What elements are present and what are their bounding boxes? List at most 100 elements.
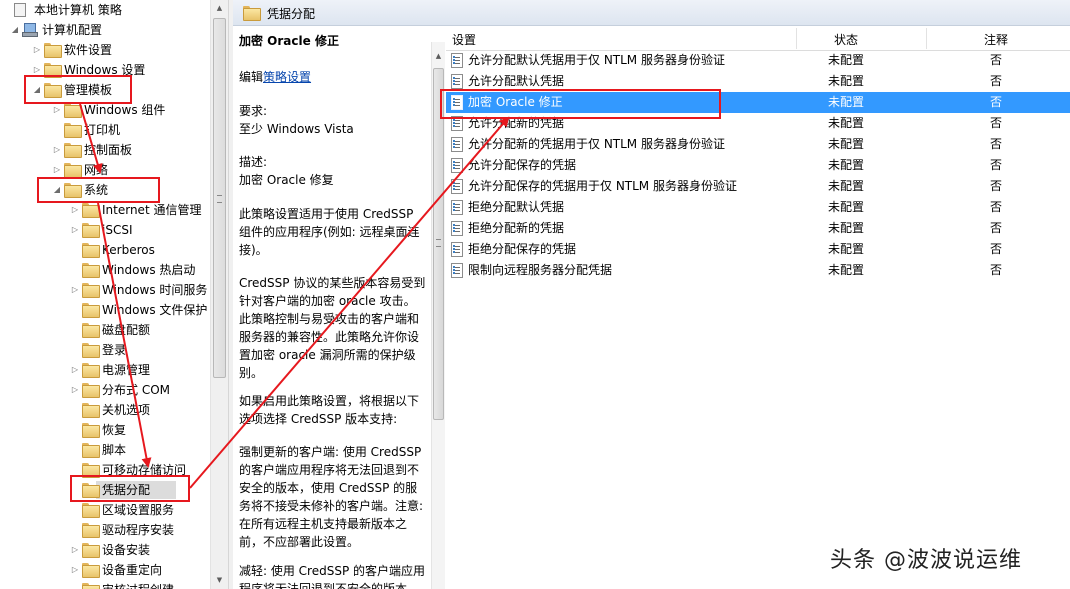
list-row[interactable]: 允许分配保存的凭据用于仅 NTLM 服务器身份验证 未配置 否 — [446, 176, 1070, 197]
list-row[interactable]: 允许分配保存的凭据 未配置 否 — [446, 155, 1070, 176]
tree-item[interactable]: ▷ 设备重定向 — [0, 560, 210, 580]
folder-icon — [82, 323, 100, 338]
tree-scroll-thumb[interactable] — [213, 18, 226, 378]
policy-setting-icon — [451, 137, 463, 152]
scroll-down-arrow-icon[interactable]: ▼ — [211, 572, 228, 589]
list-row[interactable]: 限制向远程服务器分配凭据 未配置 否 — [446, 260, 1070, 281]
tree-item-label: 恢复 — [102, 423, 127, 437]
tree-item-label: iSCSI — [102, 223, 133, 237]
tree-item[interactable]: 审核过程创建 — [0, 580, 210, 589]
list-row[interactable]: 拒绝分配默认凭据 未配置 否 — [446, 197, 1070, 218]
collapsed-arrow-icon[interactable]: ▷ — [70, 285, 80, 295]
tree-item-label: Windows 热启动 — [102, 263, 196, 277]
folder-icon — [82, 263, 100, 278]
computer-icon — [14, 3, 26, 17]
description-value: 加密 Oracle 修复 — [239, 173, 334, 187]
tree-item[interactable]: 磁盘配额 — [0, 320, 210, 340]
column-header-comment[interactable]: 注释 — [984, 31, 1008, 48]
header-title: 凭据分配 — [267, 7, 316, 21]
cell-setting: 拒绝分配保存的凭据 — [468, 242, 577, 256]
tree-item[interactable]: Windows 文件保护 — [0, 300, 210, 320]
tree-item[interactable]: 关机选项 — [0, 400, 210, 420]
folder-icon — [82, 283, 100, 298]
column-header-setting[interactable]: 设置 — [452, 31, 476, 48]
collapsed-arrow-icon[interactable]: ▷ — [32, 65, 42, 75]
policy-title: 加密 Oracle 修正 — [239, 34, 339, 48]
folder-icon — [82, 423, 100, 438]
description-scrollbar[interactable]: ▲ — [431, 42, 445, 589]
tree-item-label: 电源管理 — [102, 363, 151, 377]
tree-item[interactable]: ▷ iSCSI — [0, 220, 210, 240]
cell-setting: 允许分配保存的凭据用于仅 NTLM 服务器身份验证 — [468, 179, 737, 193]
tree-item[interactable]: ▷ Internet 通信管理 — [0, 200, 210, 220]
annotation-box-admin-templates — [24, 75, 132, 104]
list-row[interactable]: 拒绝分配保存的凭据 未配置 否 — [446, 239, 1070, 260]
list-row[interactable]: 拒绝分配新的凭据 未配置 否 — [446, 218, 1070, 239]
tree-item-label: 控制面板 — [84, 143, 133, 157]
description-scroll-thumb[interactable] — [433, 68, 444, 420]
tree-item[interactable]: 脚本 — [0, 440, 210, 460]
cell-state: 未配置 — [828, 95, 865, 109]
tree-item[interactable]: ▷ 电源管理 — [0, 360, 210, 380]
collapsed-arrow-icon[interactable]: ▷ — [70, 205, 80, 215]
tree-item[interactable]: ▷ 设备安装 — [0, 540, 210, 560]
collapsed-arrow-icon[interactable]: ▷ — [70, 385, 80, 395]
tree-item[interactable]: ▷ 控制面板 — [0, 140, 210, 160]
tree-item-label: 计算机配置 — [42, 23, 103, 37]
tree-item-label: 磁盘配额 — [102, 323, 151, 337]
cell-comment: 否 — [990, 221, 1003, 235]
folder-icon — [64, 103, 82, 118]
folder-icon — [64, 143, 82, 158]
folder-icon — [82, 203, 100, 218]
tree-item[interactable]: ◢ 计算机配置 — [0, 20, 210, 40]
tree-item-label: 设备安装 — [102, 543, 151, 557]
collapsed-arrow-icon[interactable]: ▷ — [52, 145, 62, 155]
tree-scrollbar[interactable]: ▲ ▼ — [210, 0, 228, 589]
folder-icon — [82, 523, 100, 538]
description-paragraph: 减轻: 使用 CredSSP 的客户端应用程序将无法回退到不安全的版本 — [239, 564, 426, 589]
tree-item-label: 驱动程序安装 — [102, 523, 175, 537]
folder-icon — [243, 6, 261, 21]
collapsed-arrow-icon[interactable]: ▷ — [52, 105, 62, 115]
cell-state: 未配置 — [828, 53, 865, 67]
collapsed-arrow-icon[interactable]: ▷ — [70, 225, 80, 235]
tree-item-label: 本地计算机 策略 — [34, 3, 122, 17]
edit-policy-link[interactable]: 策略设置 — [263, 70, 311, 84]
tree-item[interactable]: ▷ Windows 时间服务 — [0, 280, 210, 300]
tree-item-label: 打印机 — [84, 123, 121, 137]
computer-icon — [22, 23, 38, 37]
tree-item[interactable]: 打印机 — [0, 120, 210, 140]
column-header-state[interactable]: 状态 — [834, 31, 858, 48]
details-header: 凭据分配 — [233, 0, 1070, 26]
collapsed-arrow-icon[interactable]: ▷ — [70, 365, 80, 375]
tree-item-label: 分布式 COM — [102, 383, 170, 397]
folder-icon — [82, 403, 100, 418]
folder-icon — [82, 223, 100, 238]
collapsed-arrow-icon[interactable]: ▷ — [52, 165, 62, 175]
tree-item[interactable]: 登录 — [0, 340, 210, 360]
tree-item[interactable]: Kerberos — [0, 240, 210, 260]
cell-state: 未配置 — [828, 263, 865, 277]
policy-setting-icon — [451, 242, 463, 257]
expanded-arrow-icon[interactable]: ◢ — [10, 25, 20, 35]
scroll-up-arrow-icon[interactable]: ▲ — [211, 0, 228, 17]
cell-setting: 允许分配默认凭据用于仅 NTLM 服务器身份验证 — [468, 53, 725, 67]
cell-state: 未配置 — [828, 179, 865, 193]
scroll-up-arrow-icon[interactable]: ▲ — [432, 52, 445, 60]
list-row[interactable]: 允许分配默认凭据用于仅 NTLM 服务器身份验证 未配置 否 — [446, 50, 1070, 71]
column-divider[interactable] — [926, 28, 927, 49]
collapsed-arrow-icon[interactable]: ▷ — [70, 545, 80, 555]
tree-item[interactable]: ▷ 软件设置 — [0, 40, 210, 60]
cell-comment: 否 — [990, 95, 1003, 109]
tree-item[interactable]: ▷ 分布式 COM — [0, 380, 210, 400]
tree-item[interactable]: Windows 热启动 — [0, 260, 210, 280]
tree-item[interactable]: 恢复 — [0, 420, 210, 440]
tree-item[interactable]: 区域设置服务 — [0, 500, 210, 520]
tree-item[interactable]: 驱动程序安装 — [0, 520, 210, 540]
collapsed-arrow-icon[interactable]: ▷ — [32, 45, 42, 55]
collapsed-arrow-icon[interactable]: ▷ — [70, 565, 80, 575]
list-row[interactable]: 允许分配新的凭据用于仅 NTLM 服务器身份验证 未配置 否 — [446, 134, 1070, 155]
column-divider[interactable] — [796, 28, 797, 49]
tree-item[interactable]: 本地计算机 策略 — [0, 0, 210, 20]
cell-comment: 否 — [990, 263, 1003, 277]
